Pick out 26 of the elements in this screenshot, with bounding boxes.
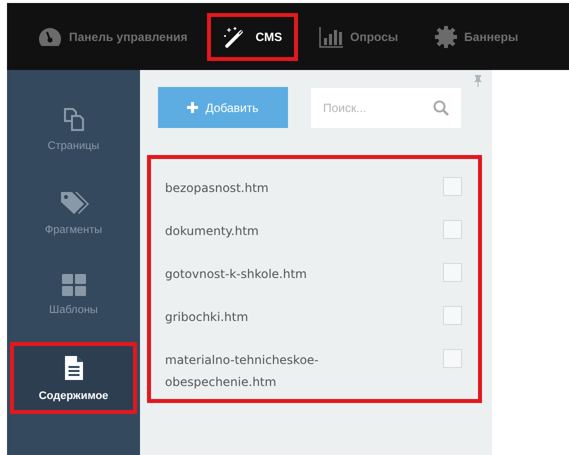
- plus-icon: [187, 102, 198, 113]
- checkbox[interactable]: [443, 306, 462, 325]
- file-name[interactable]: materialno-tehnicheskoe-obespechenie.htm: [165, 349, 345, 393]
- checkbox[interactable]: [443, 349, 462, 368]
- bar-chart-icon: [318, 26, 344, 48]
- file-name[interactable]: gribochki.htm: [165, 306, 345, 328]
- sidebar-item[interactable]: Содержимое: [10, 342, 137, 414]
- file-name[interactable]: bezopasnost.htm: [165, 177, 345, 199]
- nav-tab[interactable]: Баннеры: [418, 12, 534, 62]
- pages-icon: [62, 106, 86, 132]
- nav-tab[interactable]: CMS: [207, 12, 298, 60]
- nav-tab[interactable]: Опросы: [302, 12, 414, 60]
- file-name[interactable]: dokumenty.htm: [165, 220, 345, 242]
- grid-icon: [62, 274, 86, 296]
- file-name[interactable]: gotovnost-k-shkole.htm: [165, 263, 345, 285]
- search-icon: [433, 100, 449, 116]
- checkbox[interactable]: [443, 220, 462, 239]
- checkbox[interactable]: [443, 263, 462, 282]
- document-icon: [62, 354, 84, 382]
- gauge-icon: [37, 26, 63, 48]
- tags-icon: [58, 190, 88, 216]
- search-field[interactable]: Поиск...: [311, 88, 461, 128]
- gear-icon: [434, 24, 458, 48]
- nav-tab[interactable]: Панель управления: [21, 12, 204, 60]
- checkbox[interactable]: [443, 177, 462, 196]
- pin-icon[interactable]: [474, 75, 482, 87]
